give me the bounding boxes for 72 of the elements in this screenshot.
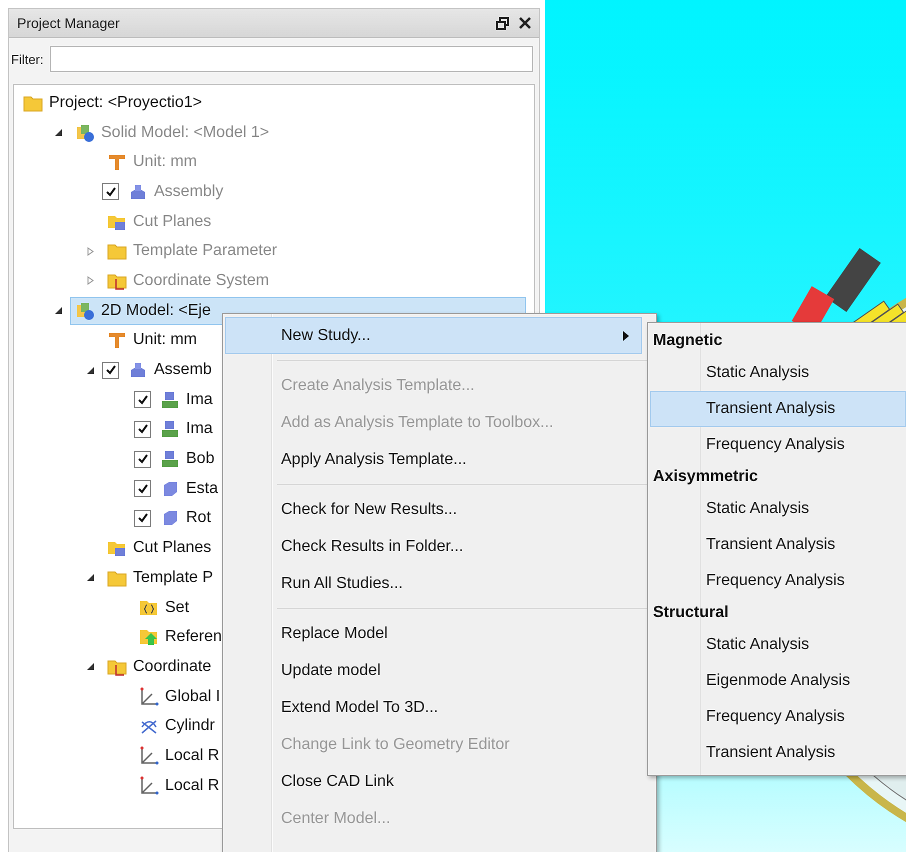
cube-stack-icon xyxy=(160,449,180,470)
menu-item[interactable]: Transient Analysis xyxy=(650,527,906,563)
tree-item[interactable]: Local R xyxy=(134,772,224,800)
checkbox[interactable] xyxy=(102,362,119,379)
axes-icon xyxy=(139,776,159,796)
tree-item[interactable]: Global I xyxy=(134,682,226,711)
menu-item[interactable]: Run All Studies... xyxy=(225,565,642,602)
expanded-arrow-icon[interactable] xyxy=(54,306,62,316)
menu-item[interactable]: Frequency Analysis xyxy=(650,427,906,463)
submenu-heading: Magnetic xyxy=(652,331,724,351)
tree-item[interactable]: Local R xyxy=(134,742,224,770)
filter-field[interactable] xyxy=(50,46,533,72)
checkmark-icon xyxy=(136,512,148,524)
tree-item[interactable]: Cylindr xyxy=(134,712,220,740)
axes-icon xyxy=(139,686,159,707)
cube-stack-icon xyxy=(160,390,180,410)
menu-item[interactable]: Transient Analysis xyxy=(650,735,906,771)
close-icon[interactable] xyxy=(519,17,531,29)
menu-item[interactable]: New Study... xyxy=(225,317,642,354)
menu-item[interactable]: Check Results in Folder... xyxy=(225,528,642,565)
menu-item[interactable]: Transient Analysis xyxy=(650,391,906,427)
restore-icon[interactable] xyxy=(496,16,509,30)
submenu-heading: Axisymmetric xyxy=(652,467,759,487)
panel-title: Project Manager xyxy=(17,15,120,31)
menu-item[interactable]: Apply Analysis Template... xyxy=(225,441,642,478)
checkbox[interactable] xyxy=(134,480,151,498)
axes-icon xyxy=(139,746,159,766)
checkbox[interactable] xyxy=(134,510,151,527)
tree-item[interactable]: Assemb xyxy=(123,356,217,384)
tree-item[interactable]: Esta xyxy=(155,474,224,503)
menu-item[interactable]: Replace Model xyxy=(225,615,642,652)
menu-item[interactable]: Eigenmode Analysis xyxy=(650,663,906,699)
checkbox[interactable] xyxy=(134,450,151,468)
menu-item[interactable]: Static Analysis xyxy=(650,355,906,391)
checkbox[interactable] xyxy=(134,391,151,408)
menu-item[interactable]: Update model xyxy=(225,652,642,689)
menu-item[interactable]: Close CAD Link xyxy=(225,763,642,800)
model-icon xyxy=(75,122,95,143)
t-square-icon xyxy=(107,330,127,350)
t-square-icon xyxy=(107,152,127,172)
checkbox[interactable] xyxy=(134,420,151,438)
menu-item[interactable]: Frequency Analysis xyxy=(650,563,906,599)
tree-item[interactable]: Rot xyxy=(155,504,216,532)
menu-item[interactable]: Static Analysis xyxy=(650,491,906,527)
checkmark-icon xyxy=(136,482,148,495)
menu-item[interactable]: Static Analysis xyxy=(650,627,906,663)
menu-item[interactable]: Frequency Analysis xyxy=(650,699,906,735)
tree-item[interactable]: Ima xyxy=(155,386,218,414)
expanded-arrow-icon[interactable] xyxy=(86,366,94,375)
tree-item[interactable]: Ima xyxy=(155,415,218,444)
menu-item[interactable]: Check for New Results... xyxy=(225,491,642,528)
model-icon xyxy=(75,300,95,321)
tree-item[interactable]: Bob xyxy=(155,445,220,474)
tree-item[interactable]: Coordinate xyxy=(102,652,216,681)
expanded-arrow-icon[interactable] xyxy=(86,573,94,582)
folder-arrow-icon xyxy=(139,627,159,648)
checkmark-icon xyxy=(104,186,116,198)
menu-item[interactable]: Extend Model To 3D... xyxy=(225,689,642,726)
tree-item[interactable]: Template P xyxy=(102,564,218,592)
filter-label: Filter: xyxy=(11,52,44,66)
tree-item[interactable]: Set xyxy=(134,594,194,622)
tree-item[interactable]: Referen xyxy=(134,623,227,652)
tree-item[interactable]: Cut Planes xyxy=(102,534,216,562)
checkmark-icon xyxy=(104,364,116,376)
checkmark-icon xyxy=(136,394,148,406)
checkmark-icon xyxy=(136,453,148,466)
tree-item[interactable]: Project: <Proyectio1> xyxy=(18,88,207,117)
cube-stack-icon xyxy=(160,419,180,440)
checkmark-icon xyxy=(136,423,148,436)
tree-item[interactable]: Unit: mm xyxy=(102,326,202,354)
submenu-heading: Structural xyxy=(652,603,730,623)
expanded-arrow-icon[interactable] xyxy=(86,662,94,672)
